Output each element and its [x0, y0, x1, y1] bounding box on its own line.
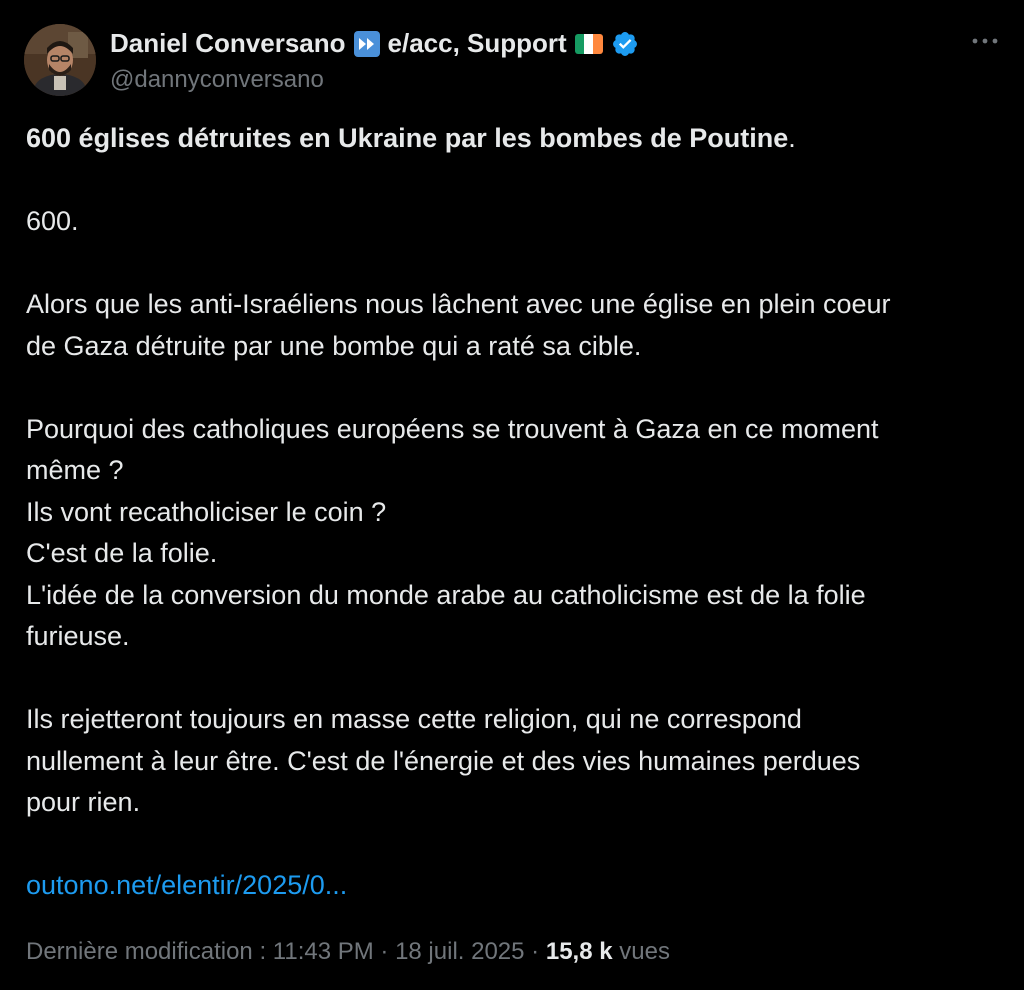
- tweet-header: Daniel Conversano e/acc, Support @dannyc…: [24, 24, 1000, 96]
- tweet-para4-line3: pour rien.: [26, 787, 141, 817]
- tweet-text: 600 églises détruites en Ukraine par les…: [26, 118, 1006, 907]
- tweet-para2-line2: de Gaza détruite par une bombe qui a rat…: [26, 330, 642, 361]
- avatar[interactable]: [24, 24, 96, 96]
- author-name-row[interactable]: Daniel Conversano e/acc, Support: [110, 28, 639, 59]
- tweet-para2-line1: Alors que les anti-Israéliens nous lâche…: [26, 289, 891, 319]
- views-count[interactable]: 15,8 k: [546, 938, 613, 965]
- ireland-flag-icon: [574, 33, 603, 54]
- tweet-link-line: outono.net/elentir/2025/0...: [26, 865, 1006, 907]
- tweet-para4-line1: Ils rejetteront toujours en masse cette …: [26, 704, 802, 734]
- edited-label[interactable]: Dernière modification : 11:43 PM: [26, 938, 374, 965]
- tweet-para4-line2: nullement à leur être. C'est de l'énergi…: [26, 745, 861, 776]
- tweet-link[interactable]: outono.net/elentir/2025/0...: [26, 870, 347, 900]
- author-display-name[interactable]: Daniel Conversano: [110, 28, 346, 59]
- tweet-para3-line4: C'est de la folie.: [26, 538, 218, 568]
- tweet-headline-line: 600 églises détruites en Ukraine par les…: [26, 118, 1006, 160]
- tweet-date[interactable]: 18 juil. 2025: [395, 938, 524, 965]
- more-icon[interactable]: [970, 26, 1000, 56]
- tweet-para3-line2: même ?: [26, 455, 124, 485]
- meta-separator: ·: [380, 938, 389, 965]
- tweet-headline-period: .: [788, 123, 796, 153]
- tweet-para3-line6: furieuse.: [26, 621, 130, 651]
- tweet-para3-line1: Pourquoi des catholiques européens se tr…: [26, 413, 879, 444]
- author-tagline: e/acc, Support: [387, 28, 567, 58]
- tweet-meta: Dernière modification : 11:43 PM · 18 ju…: [26, 938, 670, 966]
- views-label: vues: [619, 938, 670, 965]
- tweet-para3-line5: L'idée de la conversion du monde arabe a…: [26, 579, 866, 610]
- meta-separator: ·: [531, 938, 540, 965]
- author-handle[interactable]: @dannyconversano: [110, 66, 324, 94]
- tweet-headline: 600 églises détruites en Ukraine par les…: [26, 123, 789, 153]
- fast-forward-icon: [353, 30, 380, 57]
- tweet-line-600: 600.: [26, 206, 79, 236]
- verified-badge-icon[interactable]: [611, 30, 639, 58]
- tweet-para3-line3: Ils vont recatholiciser le coin ?: [26, 496, 387, 527]
